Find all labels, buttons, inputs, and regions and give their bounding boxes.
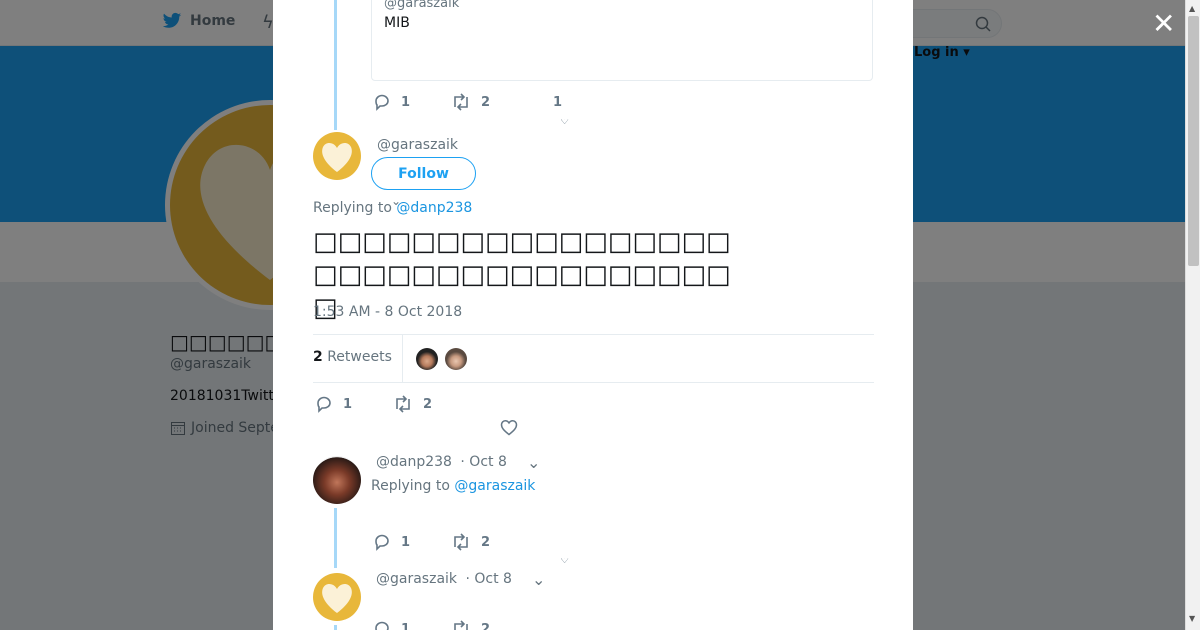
chevron-down-icon[interactable]: ⌄: [532, 570, 545, 589]
heart-avatar-image: [322, 583, 352, 613]
reply-author-handle[interactable]: @danp238 · Oct 8: [376, 454, 507, 470]
replying-prefix: Replying to: [371, 478, 450, 494]
follow-button[interactable]: Follow: [371, 157, 476, 190]
thread-line: [334, 508, 337, 568]
heart-avatar-image: [322, 142, 352, 172]
tweet-timestamp[interactable]: 1:53 AM - 8 Oct 2018: [313, 304, 462, 320]
replying-to-link[interactable]: @garaszaik: [454, 478, 535, 494]
reply-icon: [375, 94, 389, 111]
avatar[interactable]: [313, 456, 361, 504]
retweet-icon: [396, 395, 410, 413]
retweet-icon: [454, 533, 468, 551]
reply-button[interactable]: 1: [373, 93, 453, 111]
replying-to-link[interactable]: @danp238: [396, 200, 472, 216]
tweet-modal: @garaszaik MIB 1 2 1 ♡ @garaszaik Follow…: [273, 0, 913, 630]
retweet-button[interactable]: 2: [451, 620, 531, 630]
replying-to: Replying to @garaszaik: [371, 478, 535, 494]
scroll-down-arrow-icon[interactable]: ▼: [1189, 614, 1195, 623]
stats-divider: [402, 335, 403, 382]
reply-author-handle[interactable]: @garaszaik · Oct 8: [376, 571, 512, 587]
avatar[interactable]: [313, 132, 361, 180]
retweet-icon: [454, 93, 468, 111]
reply-handle: @danp238: [376, 454, 452, 470]
reply-date[interactable]: · Oct 8: [460, 454, 506, 470]
heart-icon[interactable]: [500, 419, 518, 436]
scrollbar[interactable]: ▲ ▼: [1185, 0, 1200, 630]
retweet-stat[interactable]: 2 Retweets: [313, 349, 392, 365]
reply-button[interactable]: 1: [373, 533, 453, 551]
replying-prefix: Replying to: [313, 200, 392, 216]
reply-count: 1: [401, 94, 411, 110]
reply-icon: [375, 534, 389, 551]
retweeter-avatar[interactable]: [445, 348, 467, 370]
reply-button[interactable]: 1: [373, 620, 453, 630]
reply-icon: [317, 396, 331, 413]
quoted-tweet-handle: @garaszaik: [384, 0, 460, 11]
scroll-up-arrow-icon[interactable]: ▲: [1189, 4, 1195, 13]
retweet-stat-label: Retweets: [327, 349, 392, 365]
reply-date[interactable]: · Oct 8: [465, 571, 511, 587]
reply-count: 1: [401, 621, 411, 630]
tweet-actions: 1 2: [373, 533, 531, 551]
tweet-author-handle[interactable]: @garaszaik: [377, 137, 458, 153]
like-count: 1: [553, 94, 563, 110]
like-button[interactable]: 1: [553, 95, 633, 110]
retweet-button[interactable]: 2: [451, 93, 531, 111]
retweet-button[interactable]: 2: [451, 533, 531, 551]
scrollbar-thumb[interactable]: [1188, 16, 1199, 266]
retweet-count: 2: [423, 396, 433, 412]
retweet-count: 2: [481, 534, 491, 550]
reply-count: 1: [343, 396, 353, 412]
retweet-count: 2: [481, 94, 491, 110]
retweeter-avatar[interactable]: [416, 348, 438, 370]
retweet-icon: [454, 620, 468, 630]
heart-icon[interactable]: ♡: [560, 119, 569, 125]
replying-to: Replying to @danp238: [313, 200, 472, 216]
retweet-button[interactable]: 2: [393, 395, 473, 413]
retweet-stat-count: 2: [313, 349, 323, 365]
tweet-stats: 2 Retweets: [313, 334, 874, 383]
reply-count: 1: [401, 534, 411, 550]
avatar[interactable]: [313, 573, 361, 621]
chevron-down-icon[interactable]: ⌄: [527, 453, 540, 472]
reply-button[interactable]: 1: [315, 395, 395, 413]
tweet-actions: 1 2 1: [373, 93, 633, 111]
quoted-tweet-text: MIB: [384, 15, 410, 31]
close-icon[interactable]: ✕: [1152, 10, 1175, 38]
tweet-actions: 1 2: [373, 620, 531, 630]
retweet-count: 2: [481, 621, 491, 630]
reply-handle: @garaszaik: [376, 571, 458, 587]
thread-line: [334, 0, 337, 130]
heart-icon[interactable]: ♡: [560, 558, 569, 564]
thread-line: [334, 625, 337, 630]
tweet-actions: 1 2: [315, 395, 473, 413]
quoted-tweet[interactable]: @garaszaik MIB: [371, 0, 873, 81]
reply-icon: [375, 621, 389, 630]
